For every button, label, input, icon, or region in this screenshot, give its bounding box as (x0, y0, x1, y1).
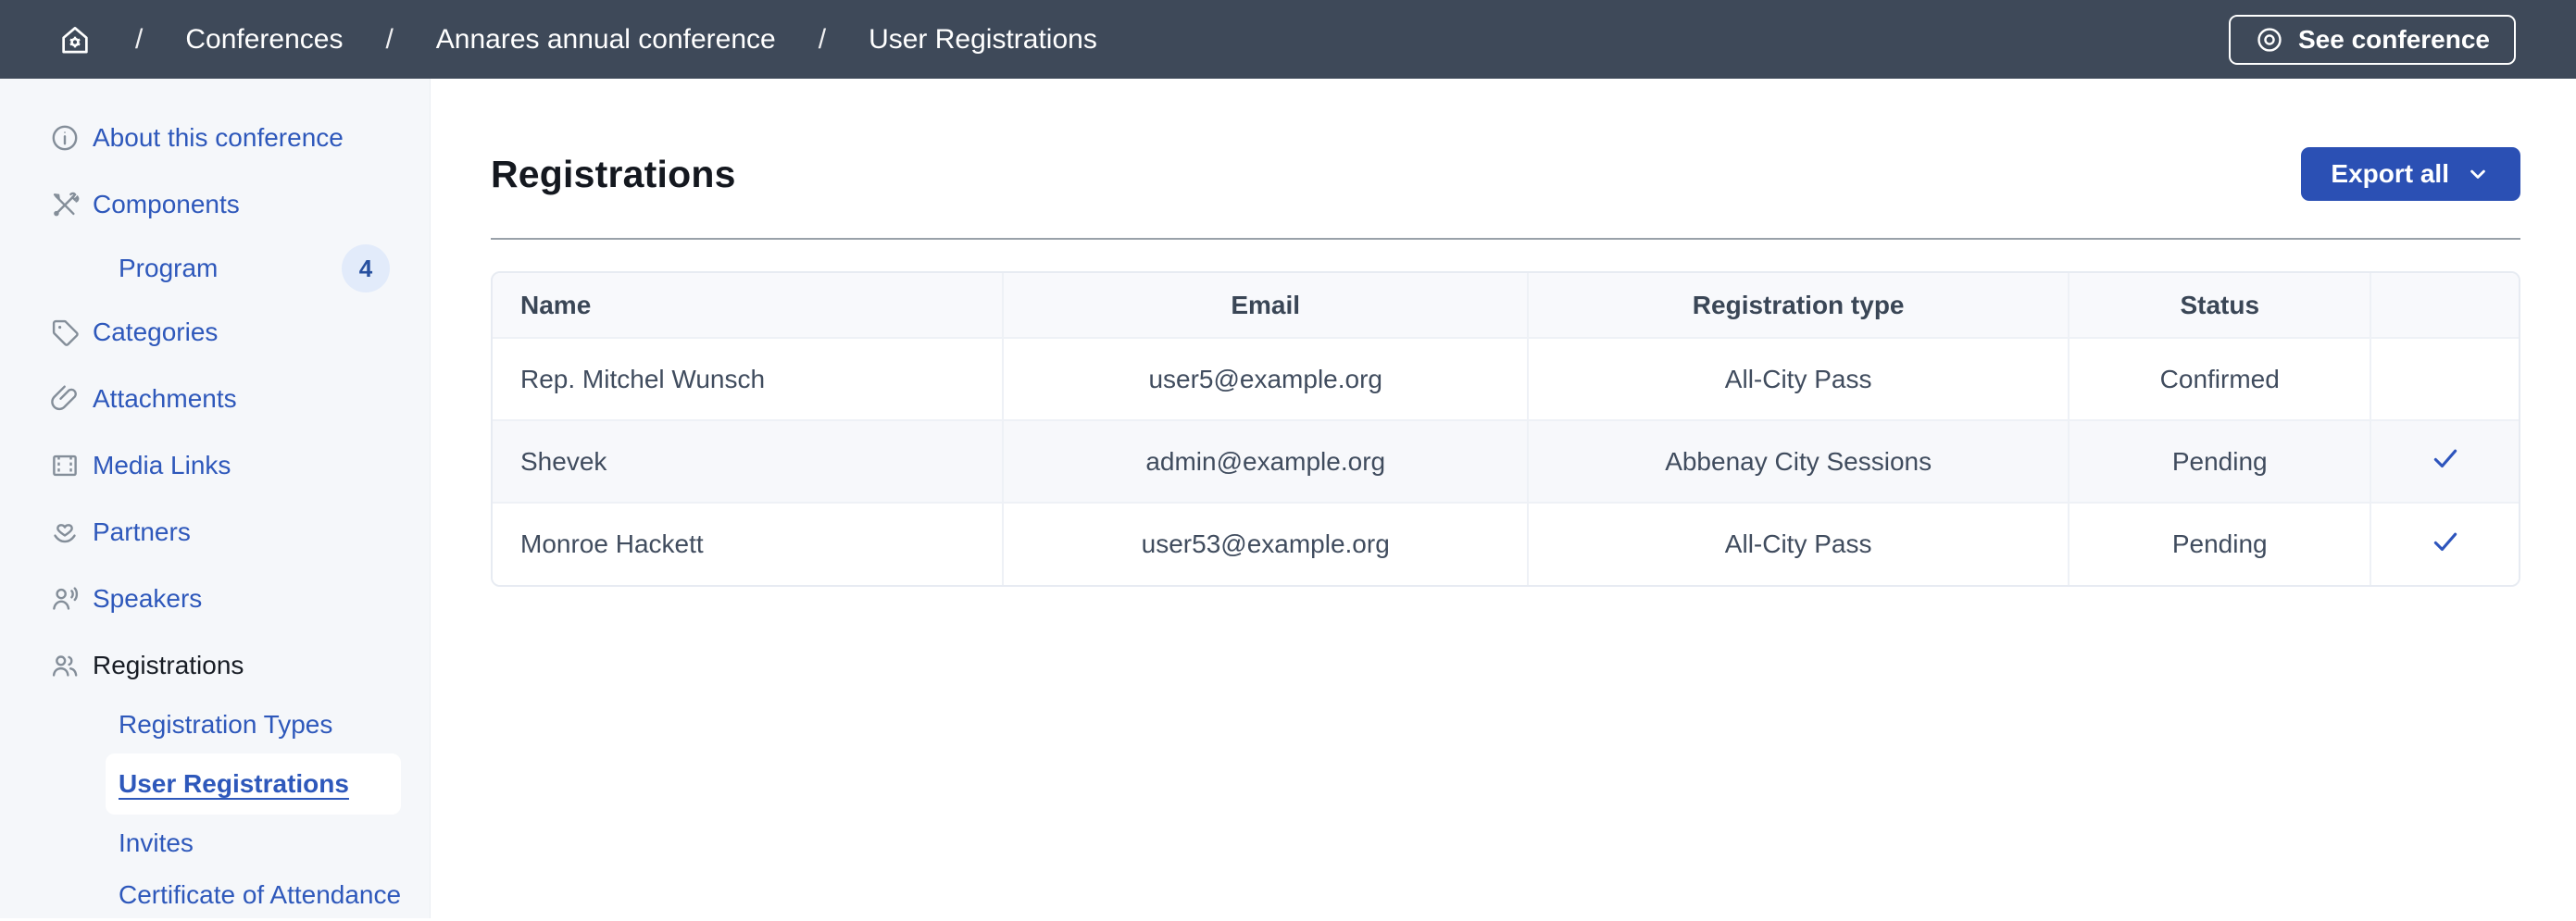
sidebar-item-attachments[interactable]: Attachments (0, 366, 430, 432)
breadcrumb-separator: / (819, 24, 826, 56)
name-cell: Rep. Mitchel Wunsch (493, 338, 1003, 420)
name-cell: Monroe Hackett (493, 503, 1003, 585)
sidebar-item-speakers[interactable]: Speakers (0, 566, 430, 632)
see-conference-label: See conference (2298, 25, 2490, 55)
email-cell: user5@example.org (1003, 338, 1528, 420)
section-divider (491, 238, 2520, 240)
column-header-name: Name (493, 273, 1003, 338)
sidebar: About this conference Components Program (0, 79, 431, 918)
table-row: Rep. Mitchel Wunsch user5@example.org Al… (493, 338, 2519, 420)
table-row: Monroe Hackett user53@example.org All-Ci… (493, 503, 2519, 585)
program-count-badge: 4 (342, 244, 390, 292)
topbar: / Conferences / Annares annual conferenc… (0, 0, 2576, 79)
sidebar-item-label: Categories (93, 317, 218, 347)
action-cell (2370, 503, 2519, 585)
hand-heart-icon (49, 517, 81, 548)
confirm-check-icon[interactable] (2430, 442, 2461, 474)
email-cell: user53@example.org (1003, 503, 1528, 585)
chevron-down-icon (2465, 161, 2491, 187)
email-cell: admin@example.org (1003, 420, 1528, 503)
sidebar-item-label: Attachments (93, 384, 237, 414)
breadcrumb-item-conferences[interactable]: Conferences (185, 24, 343, 56)
action-cell (2370, 338, 2519, 420)
registration-type-cell: All-City Pass (1528, 338, 2069, 420)
registration-type-cell: Abbenay City Sessions (1528, 420, 2069, 503)
registration-type-cell: All-City Pass (1528, 503, 2069, 585)
sidebar-item-label: Registrations (93, 651, 244, 680)
breadcrumb-separator: / (385, 24, 393, 56)
sidebar-item-components[interactable]: Components (0, 171, 430, 238)
table-row: Shevek admin@example.org Abbenay City Se… (493, 420, 2519, 503)
user-voice-icon (49, 583, 81, 615)
sidebar-item-label: Media Links (93, 451, 231, 480)
see-conference-button[interactable]: See conference (2229, 15, 2516, 65)
column-header-email: Email (1003, 273, 1528, 338)
group-icon (49, 650, 81, 681)
status-cell: Pending (2069, 420, 2370, 503)
paperclip-icon (49, 383, 81, 415)
breadcrumb: / Conferences / Annares annual conferenc… (57, 22, 2229, 57)
sidebar-item-program[interactable]: Program 4 (0, 238, 430, 299)
sidebar-item-registrations[interactable]: Registrations (0, 632, 430, 699)
sidebar-item-user-registrations[interactable]: User Registrations (106, 753, 401, 815)
status-cell: Confirmed (2069, 338, 2370, 420)
registrations-table: Name Email Registration type Status Rep.… (493, 273, 2519, 585)
table-header-row: Name Email Registration type Status (493, 273, 2519, 338)
tools-icon (49, 189, 81, 220)
name-cell: Shevek (493, 420, 1003, 503)
sidebar-item-partners[interactable]: Partners (0, 499, 430, 566)
sidebar-item-about[interactable]: About this conference (0, 105, 430, 171)
home-link[interactable] (57, 22, 93, 57)
sidebar-item-certificate-of-attendance[interactable]: Certificate of Attendance (106, 869, 401, 921)
page-title: Registrations (491, 153, 736, 196)
sidebar-item-label: Components (93, 190, 240, 219)
column-header-registration-type: Registration type (1528, 273, 2069, 338)
confirm-check-icon[interactable] (2430, 526, 2461, 557)
film-icon (49, 450, 81, 481)
sidebar-item-categories[interactable]: Categories (0, 299, 430, 366)
sidebar-item-media-links[interactable]: Media Links (0, 432, 430, 499)
column-header-status: Status (2069, 273, 2370, 338)
registrations-table-container: Name Email Registration type Status Rep.… (491, 271, 2520, 587)
sidebar-item-label: Partners (93, 517, 191, 547)
breadcrumb-item-user-registrations[interactable]: User Registrations (869, 24, 1097, 56)
home-gear-icon (57, 22, 93, 57)
sidebar-item-invites[interactable]: Invites (106, 817, 194, 869)
sidebar-nav: About this conference Components Program (0, 105, 430, 921)
sidebar-item-label: About this conference (93, 123, 344, 153)
info-icon (49, 122, 81, 154)
tag-icon (49, 317, 81, 348)
sidebar-item-label: Speakers (93, 584, 202, 614)
main-content: Registrations Export all Name (431, 79, 2576, 918)
sidebar-item-registration-types[interactable]: Registration Types (106, 699, 332, 751)
export-all-button[interactable]: Export all (2301, 147, 2520, 201)
eye-icon (2255, 25, 2284, 55)
breadcrumb-separator: / (135, 24, 143, 56)
export-all-label: Export all (2331, 159, 2449, 189)
status-cell: Pending (2069, 503, 2370, 585)
breadcrumb-item-conference-name[interactable]: Annares annual conference (436, 24, 776, 56)
registrations-subnav: Registration Types User Registrations In… (0, 699, 430, 921)
action-cell (2370, 420, 2519, 503)
column-header-actions (2370, 273, 2519, 338)
sidebar-item-label: Program (119, 254, 218, 283)
